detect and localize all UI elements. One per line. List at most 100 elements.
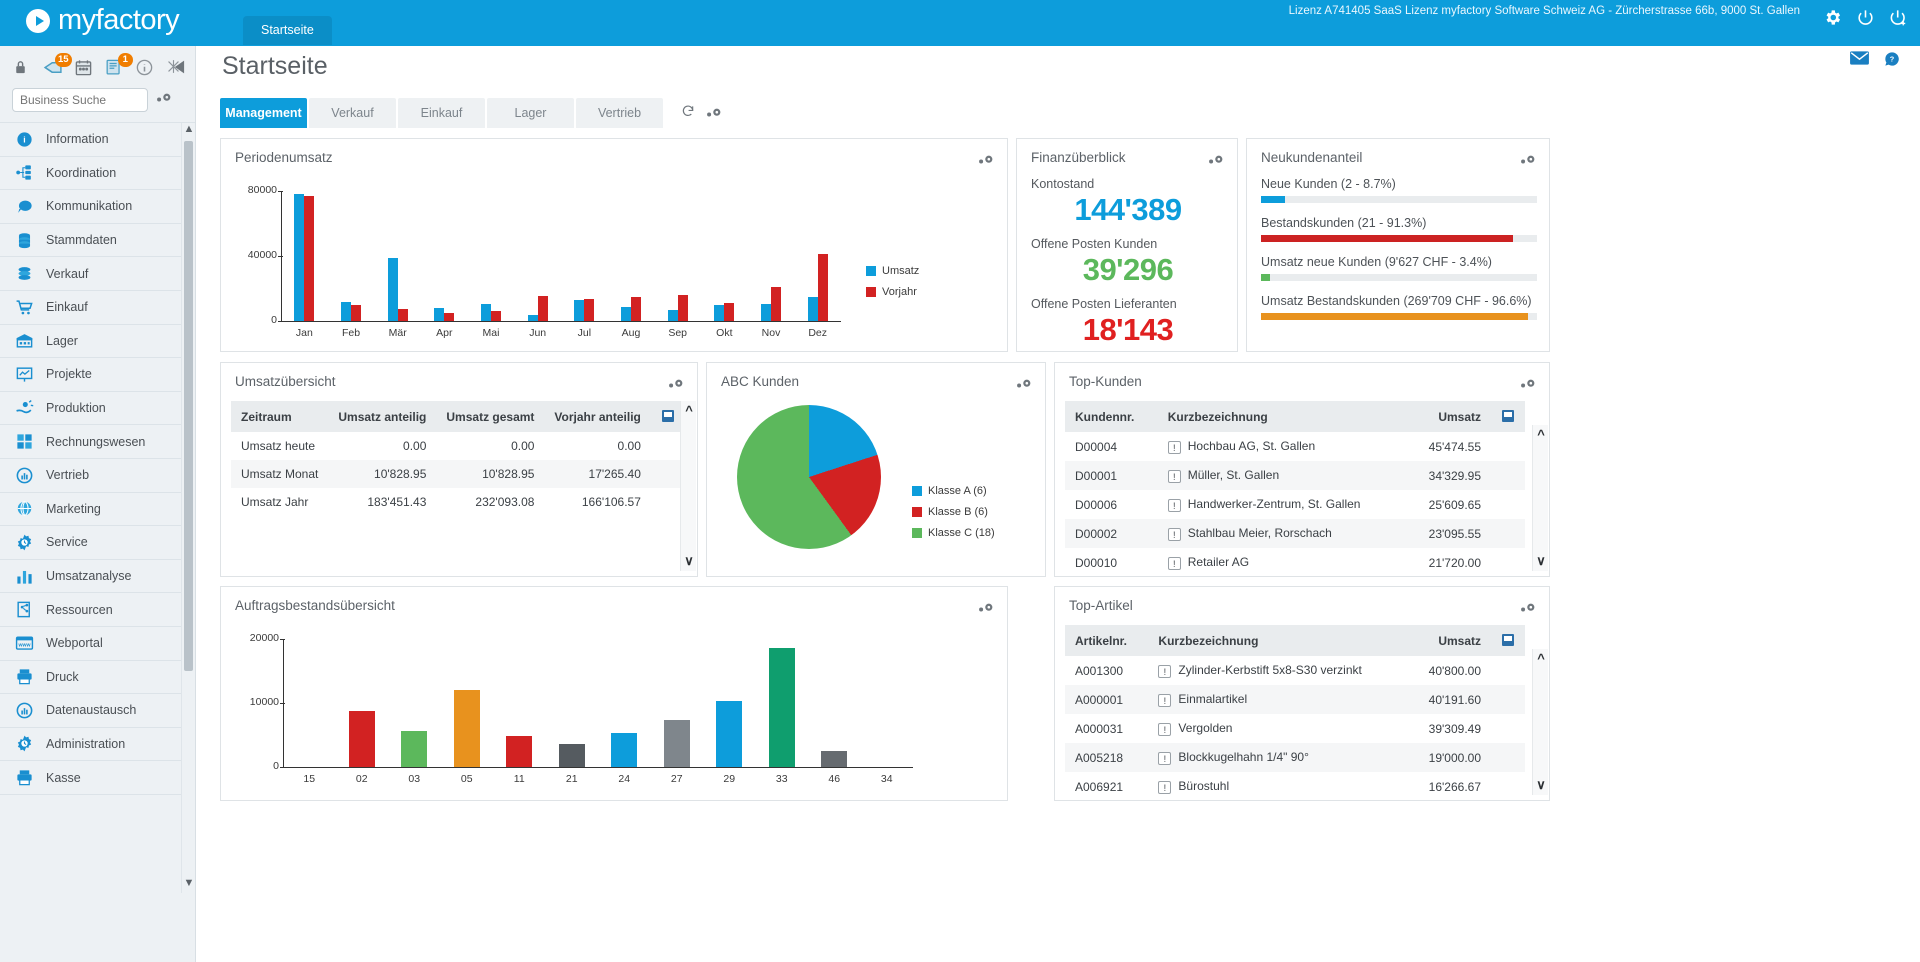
table-header-row: Artikelnr.KurzbezeichnungUmsatz	[1065, 625, 1525, 656]
scroll-up-icon[interactable]: ▲	[183, 123, 195, 139]
help-icon[interactable]: ?	[1884, 51, 1900, 72]
detail-icon[interactable]: !	[1158, 723, 1171, 736]
power-add-icon[interactable]	[1889, 8, 1908, 27]
column-header[interactable]: Kurzbezeichnung	[1148, 625, 1407, 656]
sidebar-item-kommunikation[interactable]: Kommunikation	[0, 190, 195, 224]
table-row[interactable]: D00001!Müller, St. Gallen34'329.95	[1065, 461, 1525, 490]
search-settings-gear-icon[interactable]	[156, 91, 173, 109]
panel-gear-top-kunden[interactable]	[1520, 377, 1537, 395]
sidebar-item-marketing[interactable]: Marketing	[0, 493, 195, 527]
detail-icon[interactable]: !	[1158, 781, 1171, 794]
sidebar-item-einkauf[interactable]: Einkauf	[0, 291, 195, 325]
column-chooser-icon[interactable]	[1491, 625, 1525, 656]
column-header[interactable]: Umsatz anteilig	[328, 401, 436, 432]
detail-icon[interactable]: !	[1158, 665, 1171, 678]
sidebar-item-druck[interactable]: Druck	[0, 661, 195, 695]
panel-gear-umsatzuebersicht[interactable]	[668, 377, 685, 395]
sidebar-item-produktion[interactable]: Produktion	[0, 392, 195, 426]
scroll-down-icon[interactable]: ∨	[1533, 553, 1549, 569]
sidebar-item-datenaustausch[interactable]: Datenaustausch	[0, 694, 195, 728]
detail-icon[interactable]: !	[1168, 441, 1181, 454]
sidebar-item-rechnungswesen[interactable]: Rechnungswesen	[0, 425, 195, 459]
column-header[interactable]: Artikelnr.	[1065, 625, 1148, 656]
column-header[interactable]: Kurzbezeichnung	[1158, 401, 1407, 432]
panel-gear-auftragsbestand[interactable]	[978, 601, 995, 619]
scroll-down-icon[interactable]: ∨	[1533, 777, 1549, 793]
settings-gear-icon[interactable]	[1823, 8, 1842, 27]
detail-icon[interactable]: !	[1168, 528, 1181, 541]
table-row[interactable]: A000001!Einmalartikel40'191.60	[1065, 685, 1525, 714]
table-row[interactable]: Umsatz heute0.000.000.00	[231, 432, 685, 460]
scroll-down-icon[interactable]: ∨	[681, 553, 697, 569]
scrollbar-thumb[interactable]	[184, 141, 193, 671]
refresh-icon[interactable]	[681, 104, 695, 123]
tab-lager[interactable]: Lager	[487, 98, 574, 128]
sidebar-scrollbar[interactable]: ▲ ▼	[181, 123, 195, 893]
panel-gear-abc-kunden[interactable]	[1016, 377, 1033, 395]
detail-icon[interactable]: !	[1168, 557, 1181, 570]
column-header[interactable]: Umsatz gesamt	[436, 401, 544, 432]
column-header[interactable]: Kundennr.	[1065, 401, 1158, 432]
search-input[interactable]	[12, 88, 148, 112]
tab-verkauf[interactable]: Verkauf	[309, 98, 396, 128]
column-header[interactable]: Vorjahr anteilig	[544, 401, 650, 432]
envelope-icon[interactable]	[1850, 51, 1869, 72]
panel-gear-finanzueberblick[interactable]	[1208, 153, 1225, 171]
table-row[interactable]: D00004!Hochbau AG, St. Gallen45'474.55	[1065, 432, 1525, 461]
lock-icon[interactable]	[12, 58, 32, 78]
panel-gear-neukundenanteil[interactable]	[1520, 153, 1537, 171]
table-row[interactable]: A000031!Vergolden39'309.49	[1065, 714, 1525, 743]
bar-Nov-Umsatz	[761, 304, 771, 321]
sidebar-item-service[interactable]: Service	[0, 526, 195, 560]
calendar-icon[interactable]	[74, 58, 94, 78]
scroll-up-icon[interactable]: ^	[1533, 427, 1549, 442]
table-row[interactable]: D00010!Retailer AG21'720.00	[1065, 548, 1525, 577]
sidebar-collapse-icon[interactable]	[174, 60, 185, 79]
column-header[interactable]: Umsatz	[1406, 401, 1491, 432]
brand-logo[interactable]: myfactory	[26, 4, 179, 37]
table-row[interactable]: Umsatz Monat10'828.9510'828.9517'265.40	[231, 460, 685, 488]
sidebar-item-ressourcen[interactable]: Ressourcen	[0, 593, 195, 627]
table-row[interactable]: A005218!Blockkugelhahn 1/4" 90°19'000.00	[1065, 743, 1525, 772]
sidebar-item-vertrieb[interactable]: Vertrieb	[0, 459, 195, 493]
top-kunden-scrollbar[interactable]: ^ ∨	[1532, 425, 1548, 571]
scroll-up-icon[interactable]: ^	[681, 403, 697, 418]
panel-gear-periodenumsatz[interactable]	[978, 153, 995, 171]
sidebar-item-kasse[interactable]: Kasse	[0, 761, 195, 795]
sidebar-item-umsatzanalyse[interactable]: Umsatzanalyse	[0, 560, 195, 594]
detail-icon[interactable]: !	[1158, 752, 1171, 765]
table-row[interactable]: A001300!Zylinder-Kerbstift 5x8-S30 verzi…	[1065, 656, 1525, 685]
sidebar-item-webportal[interactable]: wwwWebportal	[0, 627, 195, 661]
table-row[interactable]: A006921!Bürostuhl16'266.67	[1065, 772, 1525, 801]
tab-einkauf[interactable]: Einkauf	[398, 98, 485, 128]
umsatzuebersicht-scrollbar[interactable]: ^ ∨	[680, 401, 696, 571]
top-artikel-scrollbar[interactable]: ^ ∨	[1532, 649, 1548, 795]
dashboard-settings-gear-icon[interactable]	[706, 107, 723, 119]
tab-management[interactable]: Management	[220, 98, 307, 128]
sidebar-item-stammdaten[interactable]: Stammdaten	[0, 224, 195, 258]
detail-icon[interactable]: !	[1158, 694, 1171, 707]
info-icon[interactable]	[135, 58, 155, 78]
table-row[interactable]: Umsatz Jahr183'451.43232'093.08166'106.5…	[231, 488, 685, 516]
panel-gear-top-artikel[interactable]	[1520, 601, 1537, 619]
tasks-icon[interactable]: 1	[104, 58, 124, 78]
sidebar-item-koordination[interactable]: Koordination	[0, 157, 195, 191]
column-header[interactable]: Zeitraum	[231, 401, 328, 432]
mail-icon[interactable]: 15	[43, 58, 63, 78]
power-icon[interactable]	[1856, 8, 1875, 27]
column-header[interactable]: Umsatz	[1407, 625, 1491, 656]
table-row[interactable]: D00006!Handwerker-Zentrum, St. Gallen25'…	[1065, 490, 1525, 519]
sidebar-item-lager[interactable]: Lager	[0, 325, 195, 359]
detail-icon[interactable]: !	[1168, 470, 1181, 483]
scroll-up-icon[interactable]: ^	[1533, 651, 1549, 666]
tab-vertrieb[interactable]: Vertrieb	[576, 98, 663, 128]
window-tab-startseite[interactable]: Startseite	[243, 16, 332, 45]
sidebar-item-administration[interactable]: Administration	[0, 728, 195, 762]
sidebar-item-verkauf[interactable]: Verkauf	[0, 257, 195, 291]
scroll-down-icon[interactable]: ▼	[183, 877, 195, 893]
table-row[interactable]: D00002!Stahlbau Meier, Rorschach23'095.5…	[1065, 519, 1525, 548]
detail-icon[interactable]: !	[1168, 499, 1181, 512]
column-chooser-icon[interactable]	[1491, 401, 1525, 432]
sidebar-item-projekte[interactable]: Projekte	[0, 358, 195, 392]
sidebar-item-information[interactable]: iInformation	[0, 123, 195, 157]
